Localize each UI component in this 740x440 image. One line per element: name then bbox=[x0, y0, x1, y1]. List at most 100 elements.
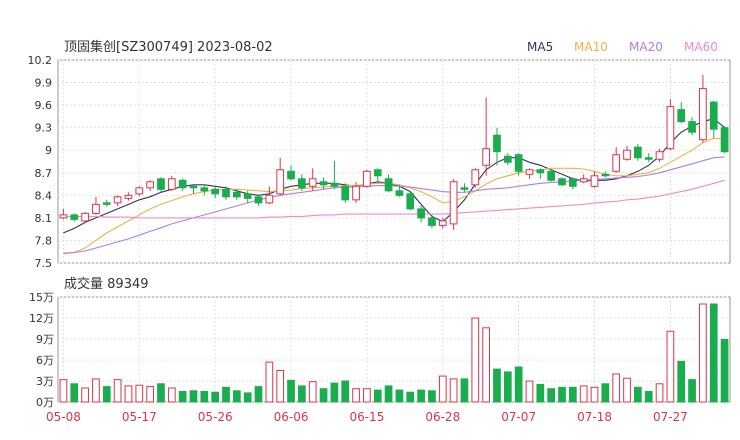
candle-body bbox=[298, 178, 306, 189]
volume-bar bbox=[601, 383, 610, 403]
candle-body bbox=[211, 188, 220, 195]
candle-body bbox=[363, 170, 371, 187]
candle-body bbox=[178, 179, 187, 189]
candle-body bbox=[428, 217, 436, 226]
candle-body bbox=[265, 194, 274, 204]
volume-bar bbox=[363, 388, 371, 403]
candle-body bbox=[232, 191, 241, 198]
candle bbox=[666, 99, 675, 151]
candle bbox=[265, 186, 274, 205]
volume-bar bbox=[493, 368, 501, 403]
candle bbox=[503, 153, 512, 166]
legend-ma5: MA5 bbox=[527, 40, 553, 54]
volume-bar bbox=[579, 385, 588, 403]
volume-tick-label: 3万 bbox=[36, 375, 54, 388]
volume-bar bbox=[471, 317, 480, 403]
candle-body bbox=[438, 220, 447, 226]
candle-body bbox=[503, 155, 512, 163]
candle-body bbox=[493, 134, 501, 153]
price-tick-label: 9.9 bbox=[35, 77, 53, 90]
candle-body bbox=[254, 196, 263, 204]
candle-body bbox=[319, 181, 328, 186]
volume-tick-label: 15万 bbox=[29, 291, 54, 304]
volume-bar bbox=[688, 379, 696, 403]
volume-bar bbox=[525, 380, 534, 403]
volume-bar bbox=[81, 387, 89, 403]
volume-bar bbox=[536, 384, 545, 403]
volume-bar bbox=[709, 303, 718, 403]
volume-bar bbox=[634, 386, 642, 403]
volume-bar bbox=[330, 382, 339, 403]
volume-bar bbox=[568, 386, 577, 403]
candle-body bbox=[677, 109, 686, 123]
candle bbox=[623, 145, 631, 161]
candle bbox=[363, 169, 371, 188]
candle bbox=[384, 174, 393, 193]
volume-label-prefix: 成交量 bbox=[64, 276, 103, 292]
volume-bar bbox=[200, 391, 209, 403]
candle-body bbox=[384, 178, 393, 192]
volume-bars bbox=[59, 303, 729, 403]
candle bbox=[699, 75, 707, 143]
volume-bar bbox=[146, 386, 154, 403]
candle bbox=[525, 168, 534, 179]
volume-bar bbox=[547, 388, 556, 403]
candle bbox=[200, 184, 209, 196]
volume-bar bbox=[341, 380, 350, 403]
volume-bar bbox=[406, 391, 415, 403]
candle bbox=[341, 183, 350, 203]
volume-bar bbox=[70, 383, 79, 403]
volume-bar bbox=[417, 389, 425, 403]
candle bbox=[211, 186, 220, 199]
candle bbox=[547, 169, 556, 182]
candle-body bbox=[590, 175, 599, 187]
volume-bar bbox=[460, 378, 469, 403]
date-tick-label: 06-15 bbox=[349, 410, 384, 424]
volume-bar bbox=[113, 379, 122, 403]
volume-bar bbox=[449, 378, 458, 403]
volume-bar bbox=[558, 386, 566, 403]
volume-bar bbox=[308, 381, 317, 403]
candle bbox=[634, 144, 642, 161]
candle-body bbox=[92, 203, 100, 214]
price-tick-label: 10.2 bbox=[28, 54, 53, 67]
legend-ma60: MA60 bbox=[684, 40, 718, 54]
candle bbox=[568, 177, 577, 190]
date-tick-label: 06-28 bbox=[425, 410, 460, 424]
candle bbox=[590, 171, 599, 188]
volume-tick-label: 0万 bbox=[36, 396, 54, 409]
candle-body bbox=[406, 193, 415, 210]
candle bbox=[124, 192, 133, 201]
candle-body bbox=[482, 148, 490, 166]
volume-bar bbox=[189, 390, 198, 403]
candle bbox=[157, 177, 165, 193]
candlesticks bbox=[59, 75, 729, 230]
volume-bar bbox=[373, 389, 382, 403]
volume-bar bbox=[666, 330, 675, 403]
volume-bar bbox=[395, 389, 404, 403]
volume-bar bbox=[720, 338, 729, 403]
candle bbox=[428, 214, 436, 229]
date-tick-label: 07-27 bbox=[653, 410, 688, 424]
volume-bar bbox=[590, 386, 599, 403]
candle-body bbox=[514, 154, 523, 172]
candle-body bbox=[124, 194, 133, 199]
candle-body bbox=[644, 157, 653, 160]
price-tick-label: 7.8 bbox=[35, 234, 53, 247]
candle bbox=[612, 147, 621, 173]
volume-bar bbox=[298, 385, 306, 403]
volume-bar bbox=[514, 366, 523, 403]
candle-body bbox=[146, 181, 154, 189]
volume-bar bbox=[211, 391, 220, 403]
candle-body bbox=[471, 169, 480, 186]
date-tick-label: 05-26 bbox=[198, 410, 233, 424]
candle-body bbox=[287, 170, 295, 180]
candle-body bbox=[623, 149, 631, 160]
volume-bar bbox=[352, 388, 360, 403]
candle-body bbox=[634, 146, 642, 159]
date-tick-label: 05-17 bbox=[122, 410, 157, 424]
volume-bar bbox=[157, 383, 165, 403]
candle-body bbox=[547, 170, 556, 181]
candle bbox=[254, 195, 263, 206]
candle bbox=[167, 175, 176, 191]
